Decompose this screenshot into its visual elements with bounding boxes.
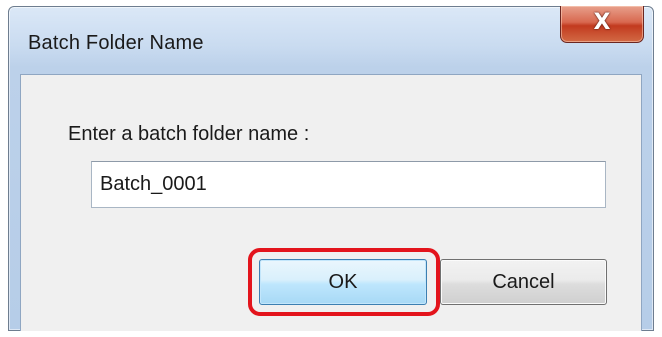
close-icon: X xyxy=(593,10,611,35)
cancel-button-label: Cancel xyxy=(492,270,555,293)
dialog-body: Enter a batch folder name : OK Cancel xyxy=(20,74,642,331)
cancel-button[interactable]: Cancel xyxy=(440,259,607,305)
close-button[interactable]: X xyxy=(560,6,644,43)
dialog-title: Batch Folder Name xyxy=(28,32,204,54)
batch-folder-name-input[interactable] xyxy=(91,161,606,208)
ok-button-label: OK xyxy=(328,270,358,293)
prompt-label: Enter a batch folder name : xyxy=(68,123,310,145)
ok-button[interactable]: OK xyxy=(259,259,427,305)
batch-folder-name-dialog: Batch Folder Name X Enter a batch folder… xyxy=(8,6,654,331)
